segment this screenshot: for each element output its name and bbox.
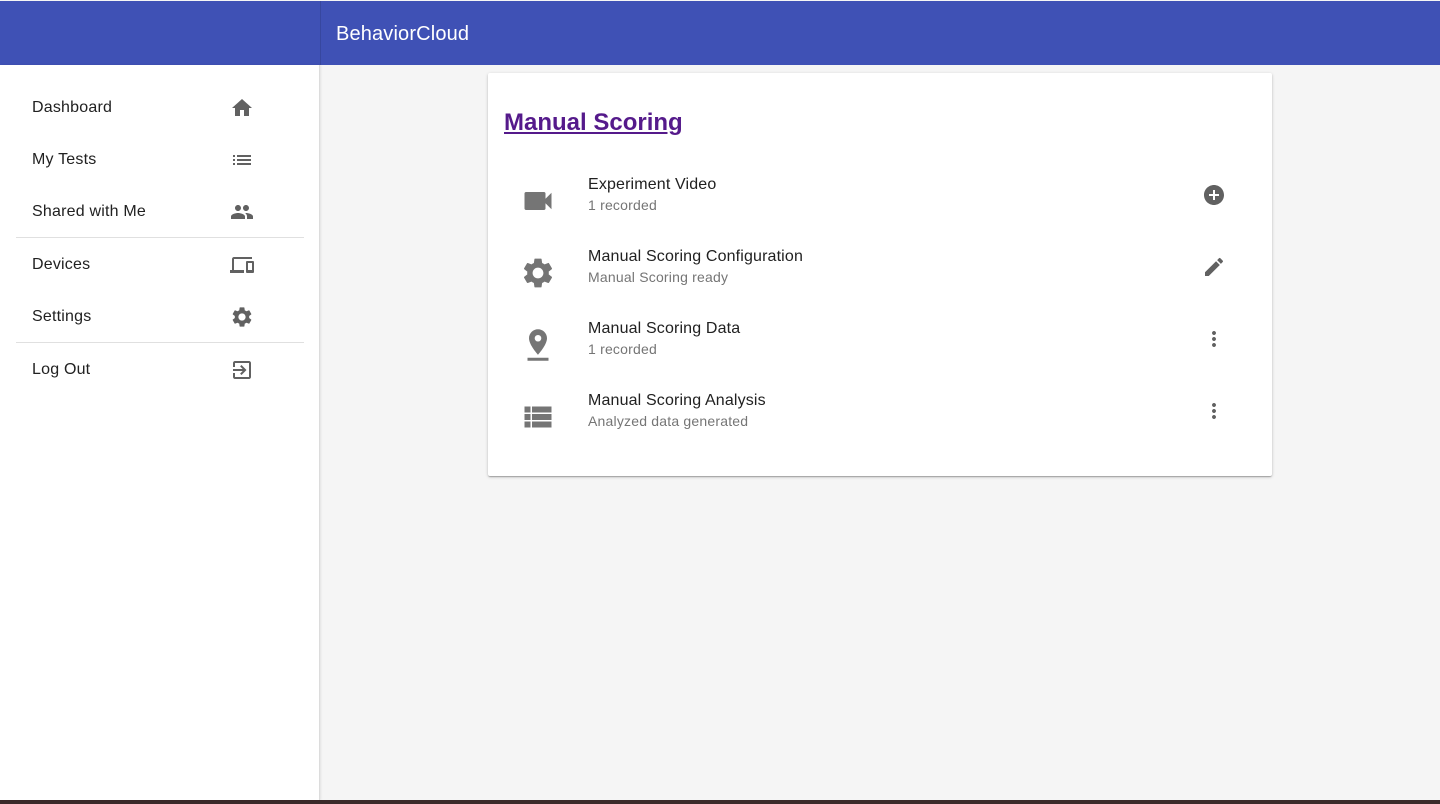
sidebar-item-label: Dashboard [32,99,113,116]
manual-scoring-card: Manual Scoring Experiment Video 1 record… [488,73,1272,476]
list-item-manual-scoring-configuration[interactable]: Manual Scoring Configuration Manual Scor… [504,239,1256,311]
sidebar: Dashboard My Tests Shared with Me Device… [0,65,320,800]
sidebar-item-my-tests[interactable]: My Tests [16,136,304,184]
list-item-experiment-video[interactable]: Experiment Video 1 recorded [504,167,1256,239]
sidebar-item-label: Log Out [32,361,91,378]
sidebar-item-devices[interactable]: Devices [16,241,304,289]
card-title-link[interactable]: Manual Scoring [504,109,683,137]
people-icon [230,200,254,224]
sidebar-divider [16,237,304,238]
more-vert-icon[interactable] [1198,323,1230,355]
list-item-manual-scoring-data[interactable]: Manual Scoring Data 1 recorded [504,311,1256,383]
list-icon [230,148,254,172]
list-item-subtitle: 1 recorded [588,341,657,357]
gear-icon [230,305,254,329]
table-list-icon [520,399,556,435]
sidebar-divider [16,342,304,343]
sidebar-item-label: My Tests [32,151,97,168]
list-item-subtitle: Analyzed data generated [588,413,749,429]
sidebar-item-label: Devices [32,256,91,273]
list-item-title: Manual Scoring Analysis [588,392,766,409]
sidebar-item-settings[interactable]: Settings [16,293,304,341]
devices-icon [230,253,254,277]
more-vert-icon[interactable] [1198,395,1230,427]
sidebar-item-log-out[interactable]: Log Out [16,346,304,394]
app-root: BehaviorCloud Dashboard My Tests Shared … [0,0,1440,800]
edit-pencil-icon[interactable] [1198,251,1230,283]
list-item-title: Experiment Video [588,176,717,193]
add-circle-icon[interactable] [1198,179,1230,211]
list-item-manual-scoring-analysis[interactable]: Manual Scoring Analysis Analyzed data ge… [504,383,1256,455]
sidebar-item-dashboard[interactable]: Dashboard [16,84,304,132]
sidebar-item-label: Settings [32,308,92,325]
home-icon [230,96,254,120]
logout-icon [230,358,254,382]
location-pin-icon [520,327,556,363]
list-item-subtitle: 1 recorded [588,197,657,213]
gear-icon [520,255,556,291]
app-bar-divider [320,1,321,65]
videocam-icon [520,183,556,219]
list-item-title: Manual Scoring Data [588,320,741,337]
list-item-subtitle: Manual Scoring ready [588,269,729,285]
app-bar: BehaviorCloud [0,1,1440,65]
list-item-title: Manual Scoring Configuration [588,248,803,265]
sidebar-item-shared-with-me[interactable]: Shared with Me [16,188,304,236]
app-title: BehaviorCloud [336,23,470,45]
sidebar-item-label: Shared with Me [32,203,146,220]
